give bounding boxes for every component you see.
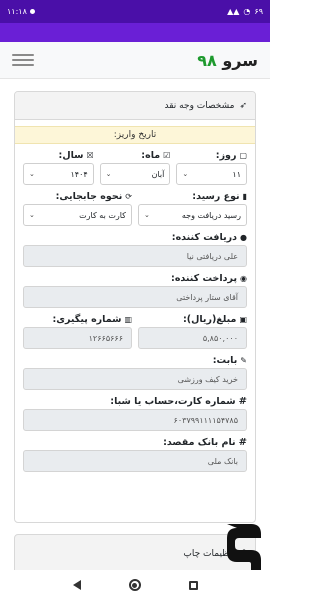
card-title: مشخصات وجه نقد: [164, 100, 235, 111]
status-time: ۱۱:۱۸: [7, 7, 27, 16]
hashtag-icon: #: [238, 396, 247, 407]
chevron-down-icon: ⌄: [182, 170, 189, 178]
month-select[interactable]: آبان ⌄: [99, 163, 171, 185]
day-select[interactable]: ۱۱ ⌄: [176, 163, 247, 185]
receiver-label: دریافت کننده:: [171, 232, 238, 243]
transfer-method-value: کارت به کارت: [79, 210, 126, 220]
month-field: ☑ ماه: آبان ⌄: [99, 144, 171, 185]
receipt-type-value: رسید دریافت وجه: [181, 210, 241, 220]
card-number-label: شماره کارت،حساب یا شبا:: [110, 396, 236, 407]
for-field: ✎ بابت: خرید کیف ورزشی: [15, 353, 255, 390]
signal-icon: ▲▲: [227, 6, 240, 16]
tracking-label: شماره پیگیری:: [52, 314, 122, 325]
receipt-type-field: ▮ نوع رسید: رسید دریافت وجه ⌄: [138, 185, 247, 226]
day-label: روز:: [215, 150, 237, 161]
rocket-icon: ➶: [239, 100, 247, 111]
for-label: بابت:: [212, 355, 238, 366]
type-row: ▮ نوع رسید: رسید دریافت وجه ⌄ ⟳ نحوه جابجای…: [15, 185, 255, 226]
card-number-input[interactable]: ۶۰۳۷۹۹۱۱۱۱۵۴۷۸۵: [23, 409, 247, 431]
recents-icon[interactable]: [188, 580, 198, 590]
money-icon: ▣: [239, 315, 247, 324]
home-icon[interactable]: [128, 579, 141, 591]
payer-field: ◉ پرداخت کننده: آقای ستار پرداختی: [15, 271, 255, 308]
calendar-icon: ▢: [239, 151, 247, 160]
receipt-type-label: نوع رسید:: [192, 191, 240, 202]
year-value: ۱۴۰۴: [70, 169, 88, 179]
amount-row: ▣ مبلغ(ریال): ۵,۸۵۰,۰۰۰ ▥ شماره پیگیری: ۱۲…: [15, 308, 255, 349]
transfer-method-field: ⟳ نحوه جابجایی: کارت به کارت ⌄: [23, 185, 132, 226]
notification-dot: [29, 9, 35, 14]
receiver-input[interactable]: علی دریافتی نیا: [23, 245, 247, 267]
chevron-down-icon: ⌄: [144, 211, 150, 219]
battery-level: ۶۹: [254, 7, 263, 16]
amount-label: مبلغ(ریال):: [182, 314, 237, 325]
date-row: ▢ روز: ۱۱ ⌄ ☑ ماه: آبان ⌄ ☒ سال: ۱۴۰۴ ⌄: [15, 144, 255, 185]
user-circle-icon: ◉: [240, 274, 247, 283]
cash-details-card: ➶ مشخصات وجه نقد تاریخ واریز: ▢ روز: ۱۱ ⌄ …: [14, 91, 256, 523]
user-icon: ●: [240, 233, 247, 242]
status-left: ۱۱:۱۸: [7, 7, 35, 16]
for-input[interactable]: خرید کیف ورزشی: [23, 368, 247, 390]
back-icon[interactable]: [72, 580, 81, 590]
brand-text: سرو: [222, 50, 258, 70]
calendar-check-icon: ☑: [163, 151, 171, 160]
status-right: ▲▲ ◔ ۶۹: [227, 7, 263, 16]
status-bar: ۱۱:۱۸ ▲▲ ◔ ۶۹: [0, 0, 270, 23]
chevron-down-icon: ⌄: [28, 170, 35, 178]
transfer-method-label: نحوه جابجایی:: [55, 191, 123, 202]
tracking-input[interactable]: ۱۲۶۶۵۶۶۶: [23, 327, 132, 349]
payer-label: پرداخت کننده:: [171, 273, 238, 284]
transfer-method-select[interactable]: کارت به کارت ⌄: [23, 204, 132, 226]
card-header: ➶ مشخصات وجه نقد: [15, 92, 255, 120]
bookmark-icon: ▮: [242, 192, 247, 201]
system-nav-bar: [0, 570, 270, 600]
barcode-icon: ▥: [124, 315, 132, 324]
card-number-field: # شماره کارت،حساب یا شبا: ۶۰۳۷۹۹۱۱۱۱۵۴۷۸۵: [15, 394, 255, 431]
sync-icon: ⟳: [125, 192, 132, 201]
day-value: ۱۱: [232, 169, 241, 179]
brand-number: ۹۸: [197, 50, 217, 70]
year-field: ☒ سال: ۱۴۰۴ ⌄: [22, 144, 94, 185]
pencil-square-icon: ✎: [240, 356, 247, 365]
month-value: آبان: [151, 169, 165, 179]
amount-input[interactable]: ۵,۸۵۰,۰۰۰: [138, 327, 247, 349]
tracking-field: ▥ شماره پیگیری: ۱۲۶۶۵۶۶۶: [23, 308, 132, 349]
month-label: ماه:: [141, 150, 161, 161]
year-select[interactable]: ۱۴۰۴ ⌄: [22, 163, 94, 185]
top-navbar: سرو ۹۸: [0, 42, 270, 79]
deposit-date-label: تاریخ واریز:: [15, 126, 255, 144]
dest-bank-input[interactable]: بانک ملی: [23, 450, 247, 472]
receiver-field: ● دریافت کننده: علی دریافتی نیا: [15, 230, 255, 267]
hashtag-icon: #: [238, 437, 247, 448]
chevron-down-icon: ⌄: [105, 170, 112, 178]
calendar-x-icon: ☒: [86, 151, 94, 160]
amount-field: ▣ مبلغ(ریال): ۵,۸۵۰,۰۰۰: [138, 308, 247, 349]
chevron-down-icon: ⌄: [29, 211, 35, 219]
menu-toggle-icon[interactable]: [12, 52, 34, 68]
dest-bank-field: # نام بانک مقصد: بانک ملی: [15, 435, 255, 472]
dest-bank-label: نام بانک مقصد:: [163, 437, 236, 448]
wifi-icon: ◔: [243, 6, 251, 16]
app-color-bar: [0, 23, 270, 42]
app-brand[interactable]: سرو ۹۸: [197, 51, 258, 70]
day-field: ▢ روز: ۱۱ ⌄: [176, 144, 247, 185]
payer-input[interactable]: آقای ستار پرداختی: [23, 286, 247, 308]
year-label: سال:: [58, 150, 84, 161]
receipt-type-select[interactable]: رسید دریافت وجه ⌄: [138, 204, 247, 226]
